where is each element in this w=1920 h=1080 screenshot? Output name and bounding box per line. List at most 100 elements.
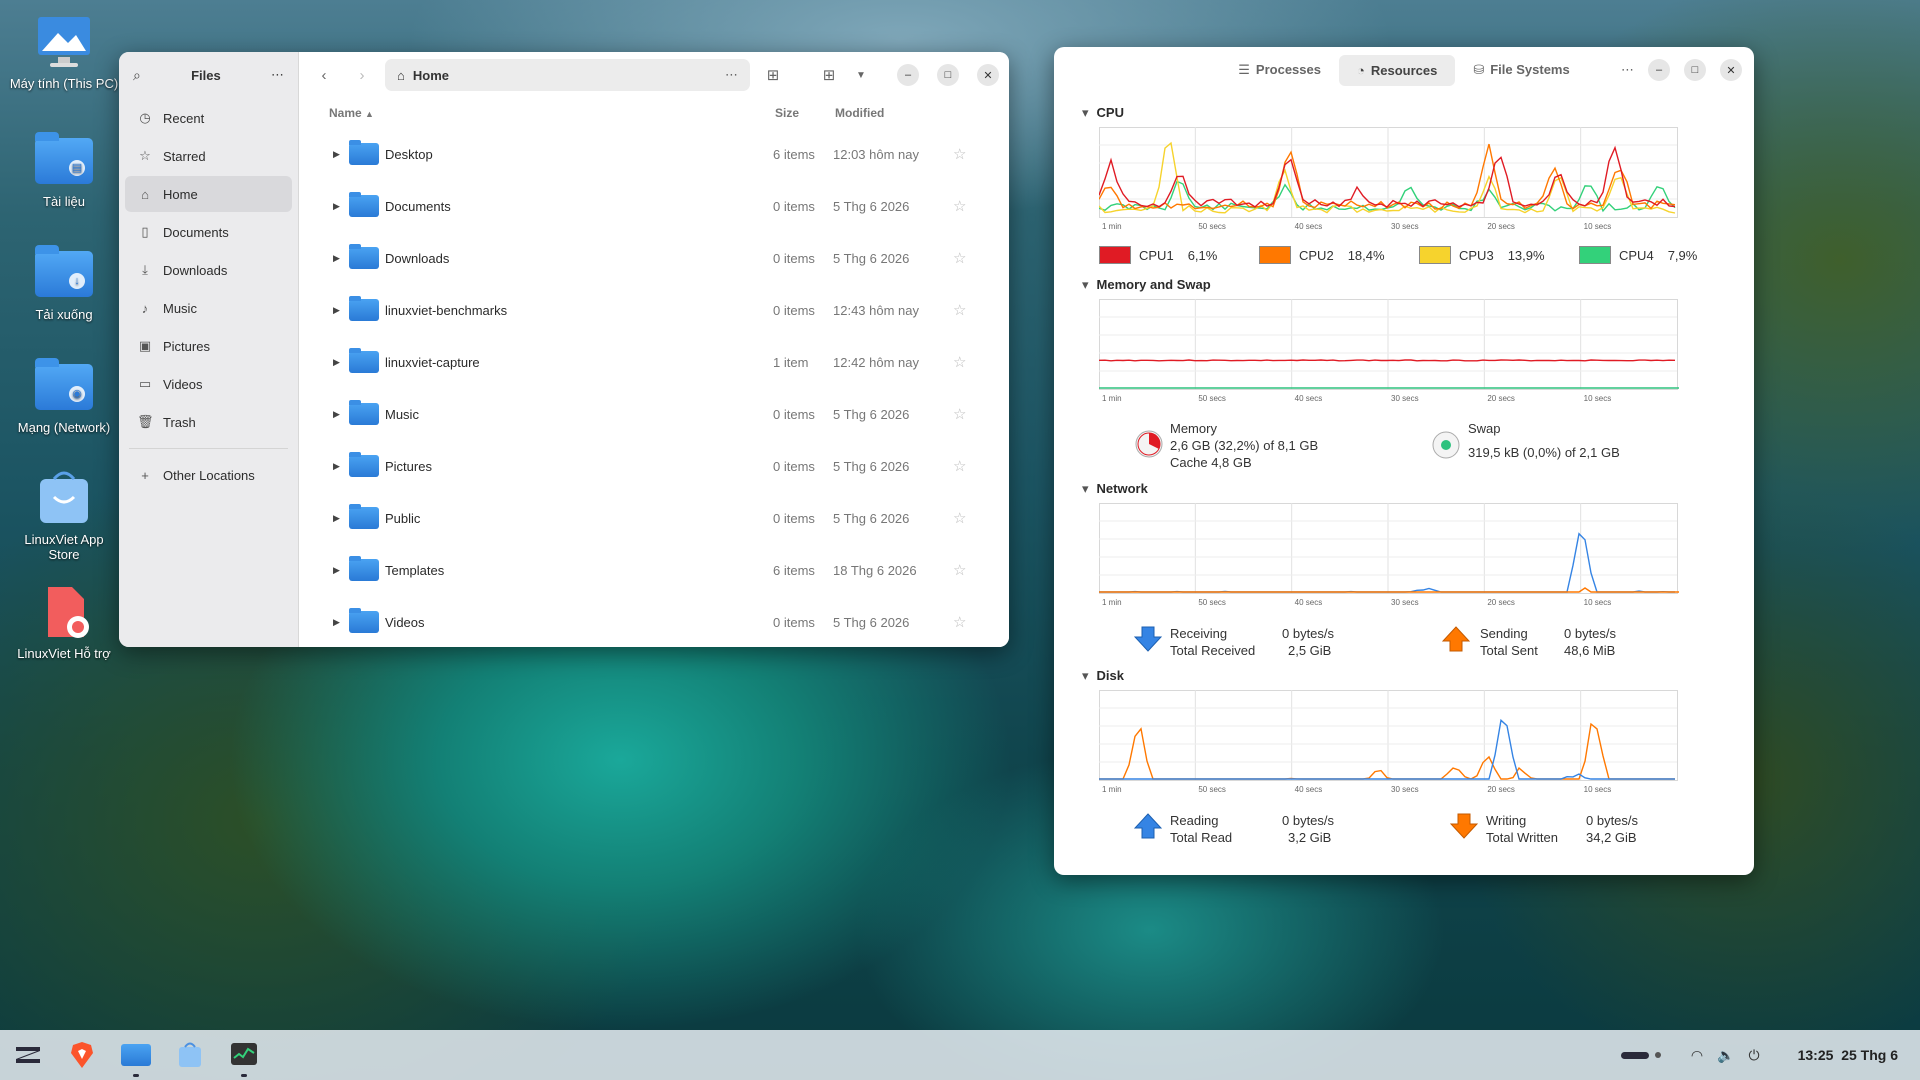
desktop-icon-label: Tải xuống [35, 307, 93, 322]
path-menu-icon[interactable]: ⋯ [725, 67, 738, 83]
tab-resources[interactable]: ◔ Resources [1338, 54, 1456, 86]
sidebar-item-trash[interactable]: 🗑 Trash [125, 404, 292, 440]
sidebar-item-recent[interactable]: ◷ Recent [125, 100, 292, 136]
column-name-label: Name [329, 106, 362, 120]
sidebar-item-other-locations[interactable]: + Other Locations [125, 457, 292, 493]
receiving-values: 0 bytes/s 2,5 GiB [1282, 625, 1334, 659]
time-axis-label: 30 secs [1391, 598, 1419, 607]
expand-icon[interactable]: ▶ [333, 409, 343, 420]
disk-section-title[interactable]: Disk [1082, 668, 1124, 684]
expand-icon[interactable]: ▶ [333, 617, 343, 628]
expand-icon[interactable]: ▶ [333, 357, 343, 368]
grid-view-icon[interactable]: ⊞ [814, 60, 844, 90]
folder-icon [349, 192, 379, 217]
sidebar-item-label: Trash [163, 414, 196, 430]
table-row[interactable]: ▶ Desktop 6 items 12:03 hôm nay ☆ [299, 128, 1009, 180]
close-icon[interactable]: ✕ [977, 64, 999, 86]
expand-icon[interactable]: ▶ [333, 513, 343, 524]
sidebar-item-music[interactable]: ♪ Music [125, 290, 292, 326]
column-name[interactable]: Name ▲ [329, 106, 775, 120]
star-icon[interactable]: ☆ [953, 613, 966, 631]
maximize-icon[interactable]: □ [937, 64, 959, 86]
close-icon[interactable]: ✕ [1720, 59, 1742, 81]
desktop-icon-app-store[interactable]: LinuxViet App Store [8, 470, 120, 562]
sidebar-item-pictures[interactable]: ▣ Pictures [125, 328, 292, 364]
table-row[interactable]: ▶ Downloads 0 items 5 Thg 6 2026 ☆ [299, 232, 1009, 284]
brave-browser-icon[interactable] [62, 1035, 102, 1075]
zorin-menu-icon[interactable] [8, 1035, 48, 1075]
network-section-title[interactable]: Network [1082, 481, 1148, 497]
star-icon[interactable]: ☆ [953, 353, 966, 371]
star-icon[interactable]: ☆ [953, 561, 966, 579]
menu-icon[interactable]: ⋯ [1621, 62, 1634, 78]
table-row[interactable]: ▶ Pictures 0 items 5 Thg 6 2026 ☆ [299, 440, 1009, 492]
table-row[interactable]: ▶ linuxviet-benchmarks 0 items 12:43 hôm na… [299, 284, 1009, 336]
table-row[interactable]: ▶ Public 0 items 5 Thg 6 2026 ☆ [299, 492, 1009, 544]
memory-graph: 1 min 50 secs 40 secs 30 secs 20 secs 10 secs… [1099, 299, 1679, 403]
star-icon[interactable]: ☆ [953, 197, 966, 215]
star-icon[interactable]: ☆ [953, 249, 966, 267]
network-folder-icon: ◉ [34, 358, 94, 416]
time-axis-label: 40 secs [1295, 222, 1323, 231]
desktop-icon-this-pc[interactable]: Máy tính (This PC) [8, 14, 120, 91]
volume-icon[interactable]: 🔈 [1717, 1047, 1734, 1064]
table-row[interactable]: ▶ Documents 0 items 5 Thg 6 2026 ☆ [299, 180, 1009, 232]
maximize-icon[interactable]: □ [1684, 59, 1706, 81]
files-icon[interactable] [116, 1035, 156, 1077]
back-icon[interactable]: ‹ [309, 60, 339, 90]
system-monitor-icon[interactable] [224, 1035, 264, 1077]
expand-icon[interactable]: ▶ [333, 565, 343, 576]
expand-icon[interactable]: ▶ [333, 149, 343, 160]
time-axis-label: 10 secs [1584, 785, 1612, 794]
view-options-chevron-icon[interactable]: ▼ [852, 60, 870, 90]
table-row[interactable]: ▶ Music 0 items 5 Thg 6 2026 ☆ [299, 388, 1009, 440]
time-axis-label: 50 secs [1198, 394, 1226, 403]
sidebar-item-downloads[interactable]: ⤓ Downloads [125, 252, 292, 288]
workspace-indicator[interactable] [1620, 1051, 1661, 1059]
column-size[interactable]: Size [775, 106, 835, 120]
table-row[interactable]: ▶ Videos 0 items 5 Thg 6 2026 ☆ [299, 596, 1009, 647]
clock[interactable]: 13:25 25 Thg 6 [1798, 1047, 1898, 1063]
total-sent-label: Total Sent [1480, 643, 1538, 658]
menu-icon[interactable]: ⋯ [271, 67, 284, 83]
memory-section-title[interactable]: Memory and Swap [1082, 277, 1211, 293]
column-modified[interactable]: Modified [835, 106, 884, 120]
expand-icon[interactable]: ▶ [333, 253, 343, 264]
desktop-icon-downloads[interactable]: ↓ Tải xuống [8, 245, 120, 322]
time-axis-label: 10 secs [1584, 598, 1612, 607]
star-icon[interactable]: ☆ [953, 509, 966, 527]
search-icon[interactable]: ⌕ [133, 67, 141, 84]
minimize-icon[interactable]: – [1648, 59, 1670, 81]
table-row[interactable]: ▶ Templates 6 items 18 Thg 6 2026 ☆ [299, 544, 1009, 596]
sidebar-item-videos[interactable]: ▭ Videos [125, 366, 292, 402]
sidebar-item-home[interactable]: ⌂ Home [125, 176, 292, 212]
desktop-icon-documents[interactable]: ▤ Tài liệu [8, 132, 120, 209]
star-icon: ☆ [139, 148, 151, 163]
computer-icon [34, 14, 94, 72]
star-icon[interactable]: ☆ [953, 405, 966, 423]
desktop-icon-support[interactable]: LinuxViet Hỗ trợ [8, 584, 120, 661]
tab-file-systems[interactable]: ⛁ File Systems [1455, 54, 1587, 86]
desktop-icon-network[interactable]: ◉ Mạng (Network) [8, 358, 120, 435]
new-folder-icon[interactable]: ⊞ [758, 60, 788, 90]
expand-icon[interactable]: ▶ [333, 201, 343, 212]
forward-icon[interactable]: › [347, 60, 377, 90]
expand-icon[interactable]: ▶ [333, 305, 343, 316]
sidebar-item-documents[interactable]: ▯ Documents [125, 214, 292, 250]
expand-icon[interactable]: ▶ [333, 461, 343, 472]
sidebar-item-starred[interactable]: ☆ Starred [125, 138, 292, 174]
star-icon[interactable]: ☆ [953, 457, 966, 475]
folder-icon [349, 504, 379, 529]
star-icon[interactable]: ☆ [953, 301, 966, 319]
cpu-section-title[interactable]: CPU [1082, 105, 1124, 121]
star-icon[interactable]: ☆ [953, 145, 966, 163]
minimize-icon[interactable]: – [897, 64, 919, 86]
wifi-icon[interactable]: ◠ [1691, 1047, 1703, 1064]
color-swatch [1099, 246, 1131, 264]
software-store-icon[interactable] [170, 1035, 210, 1075]
power-icon[interactable]: ⏻ [1749, 1047, 1760, 1064]
time-axis-label: 10 secs [1584, 222, 1612, 231]
table-row[interactable]: ▶ linuxviet-capture 1 item 12:42 hôm nay ☆ [299, 336, 1009, 388]
tab-processes[interactable]: ☰ Processes [1220, 54, 1339, 86]
path-bar[interactable]: ⌂ Home ⋯ [385, 59, 750, 91]
